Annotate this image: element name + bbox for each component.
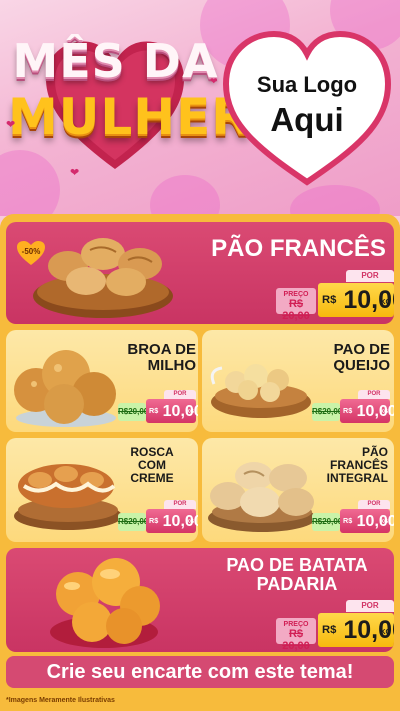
- por-label: POR: [346, 270, 394, 282]
- product-name-line-2: QUEIJO: [333, 357, 390, 375]
- product-name-line-3: CREME: [130, 470, 174, 485]
- cta-banner[interactable]: Crie seu encarte com este tema!: [6, 656, 394, 688]
- product-name: ROSCA COM CREME: [124, 446, 180, 485]
- logo-line-2: Aqui: [270, 101, 344, 138]
- product-card-pao-frances[interactable]: -50% PÃO FRANCÊS POR PREÇO R$ 20,00 R$ 1…: [6, 222, 394, 324]
- flower-decoration: [290, 185, 380, 216]
- currency-symbol: R$: [343, 406, 353, 415]
- broa-bread-image: [14, 350, 116, 427]
- por-label: POR: [358, 390, 390, 399]
- por-label: POR: [346, 600, 394, 612]
- small-heart-icon: ❤: [70, 167, 80, 179]
- price-tag: POR PREÇO R$ 20,00 R$ 10,00 KG: [276, 270, 394, 322]
- product-name: PÃO FRANCÊS: [211, 235, 386, 262]
- price-tag: POR R$20,00 R$ 10,00 KG: [118, 500, 198, 534]
- price-tag: POR R$20,00 R$ 10,00 KG: [312, 500, 394, 534]
- product-card-pao-de-batata[interactable]: PAO DE BATATA PADARIA POR PREÇO R$ 20,00…: [6, 548, 394, 652]
- logo-placeholder[interactable]: Sua Logo Aqui: [222, 28, 392, 188]
- product-card-pao-frances-integral[interactable]: PÃO FRANCÊS INTEGRAL POR R$20,00 R$ 10,0…: [202, 438, 394, 542]
- new-price: R$ 10,00 KG: [146, 399, 198, 423]
- unit-label: KG: [380, 299, 392, 306]
- price-tag: POR R$20,00 R$ 10,00 KG: [118, 390, 198, 424]
- old-price: R$20,00: [312, 407, 343, 416]
- product-name: PAO DE BATATA PADARIA: [206, 555, 388, 595]
- new-price: R$ 10,00 KG: [146, 509, 198, 533]
- page-title: MÊS DA MULHER: [8, 34, 251, 146]
- small-heart-icon: ❤: [6, 119, 16, 131]
- product-name-line-1: BROA DE: [127, 341, 196, 358]
- price-value: 10,00: [356, 403, 394, 421]
- por-label: POR: [164, 500, 196, 509]
- old-price: R$20,00: [118, 517, 149, 526]
- old-price-box: PREÇO R$ 20,00: [276, 618, 316, 652]
- cheese-bread-basket-image: [210, 364, 311, 418]
- integral-bread-basket-image: [208, 462, 316, 532]
- currency-symbol: R$: [149, 516, 159, 525]
- basket-of-bread-image: [33, 238, 173, 318]
- small-heart-icon: ❤: [210, 76, 218, 86]
- product-name: BROA DE MILHO: [114, 341, 196, 375]
- product-name-line-1: PAO DE BATATA: [226, 555, 368, 575]
- unit-label: KG: [380, 409, 389, 415]
- new-price: R$ 10,00 KG: [318, 283, 394, 317]
- product-card-broa-de-milho[interactable]: BROA DE MILHO POR R$20,00 R$ 10,00 KG: [6, 330, 198, 432]
- product-name-line-1: PAO DE: [333, 341, 390, 358]
- product-name: PÃO FRANCÊS INTEGRAL: [318, 446, 388, 485]
- product-name-line-2: PADARIA: [256, 574, 338, 595]
- logo-line-1: Sua Logo: [256, 72, 358, 97]
- product-name-line-2: MILHO: [147, 357, 196, 375]
- product-name-line-2: COM: [138, 457, 166, 472]
- new-price: R$ 10,00 KG: [340, 509, 394, 533]
- old-price: R$ 20,00: [282, 628, 310, 652]
- old-price: R$20,00: [312, 517, 343, 526]
- product-card-pao-de-queijo[interactable]: PAO DE QUEIJO POR R$20,00 R$ 10,00 KG: [202, 330, 394, 432]
- product-name: PAO DE QUEIJO: [310, 341, 390, 375]
- header-banner: MÊS DA MULHER ❤ ❤ ❤ Sua Logo Aqui: [0, 0, 400, 216]
- old-price-box: R$20,00: [118, 513, 149, 531]
- logo-text: Sua Logo Aqui: [222, 72, 392, 139]
- currency-symbol: R$: [343, 516, 353, 525]
- old-price: R$ 20,00: [282, 298, 310, 322]
- price-tag: POR PREÇO R$ 20,00 R$ 10,00 KG: [276, 600, 394, 652]
- old-price-box: PREÇO R$ 20,00: [276, 288, 316, 322]
- unit-label: KG: [380, 629, 392, 636]
- old-price-box: R$20,00: [312, 403, 343, 421]
- potato-bread-image: [50, 558, 160, 648]
- new-price: R$ 10,00 KG: [318, 613, 394, 647]
- new-price: R$ 10,00 KG: [340, 399, 394, 423]
- footnote-disclaimer: *Imagens Meramente Ilustrativas: [6, 697, 115, 704]
- price-value: 10,00: [356, 513, 394, 531]
- currency-symbol: R$: [322, 294, 337, 306]
- unit-label: KG: [186, 519, 195, 525]
- preco-label: PREÇO: [283, 621, 309, 628]
- por-label: POR: [164, 390, 196, 399]
- old-price: R$20,00: [118, 407, 149, 416]
- preco-label: PREÇO: [283, 291, 309, 298]
- product-name-line-2: FRANCÊS: [329, 457, 388, 472]
- rosca-bread-image: [14, 464, 122, 530]
- product-name-line-1: PÃO: [361, 445, 388, 459]
- por-label: POR: [358, 500, 390, 509]
- product-name-line-3: INTEGRAL: [326, 470, 388, 485]
- unit-label: KG: [186, 409, 195, 415]
- currency-symbol: R$: [322, 624, 337, 636]
- old-price-box: R$20,00: [118, 403, 149, 421]
- price-tag: POR R$20,00 R$ 10,00 KG: [312, 390, 394, 424]
- old-price-box: R$20,00: [312, 513, 343, 531]
- currency-symbol: R$: [149, 406, 159, 415]
- title-line-2: MULHER: [8, 88, 251, 146]
- product-name-line-1: ROSCA: [130, 445, 174, 459]
- product-card-rosca-com-creme[interactable]: ROSCA COM CREME POR R$20,00 R$ 10,00 KG: [6, 438, 198, 542]
- title-line-1: MÊS DA: [12, 34, 219, 88]
- unit-label: KG: [380, 519, 389, 525]
